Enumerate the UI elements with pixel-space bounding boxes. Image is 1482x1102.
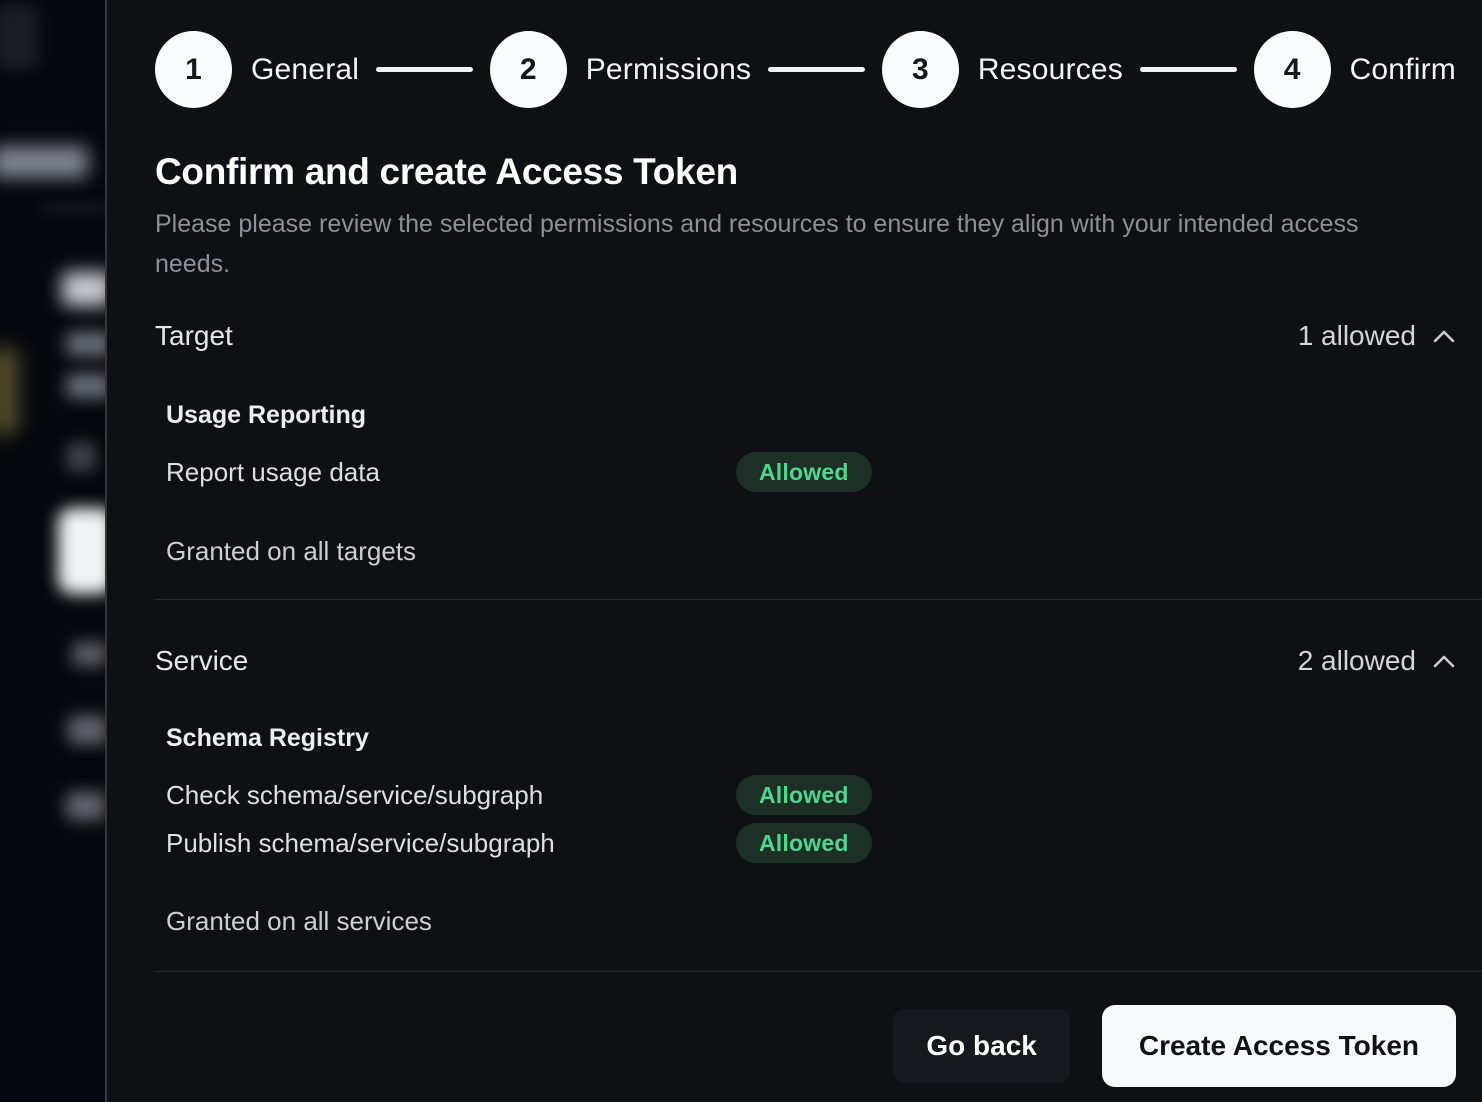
chevron-up-icon[interactable] <box>1432 653 1456 669</box>
backdrop-blur-shape <box>68 716 106 744</box>
section-divider <box>155 599 1482 600</box>
status-badge: Allowed <box>736 775 872 815</box>
section-title: Target <box>155 320 233 352</box>
step-connector-line <box>1140 67 1237 72</box>
section-allowed-count: 2 allowed <box>1298 645 1456 677</box>
chevron-up-icon[interactable] <box>1432 328 1456 344</box>
permission-label: Report usage data <box>166 457 736 488</box>
backdrop-blur-shape <box>66 332 106 356</box>
backdrop-blur-shape <box>58 508 106 594</box>
section-header-service[interactable]: Service 2 allowed <box>155 643 1456 679</box>
permission-group-name: Usage Reporting <box>166 400 1456 430</box>
permission-row: Check schema/service/subgraph Allowed <box>166 775 1456 815</box>
page-title: Confirm and create Access Token <box>155 152 1456 192</box>
step-number-circle: 2 <box>490 31 567 108</box>
step-connector-line <box>768 67 865 72</box>
access-token-wizard-panel: 1 General 2 Permissions 3 Resources 4 Co… <box>105 0 1482 1102</box>
permission-row: Report usage data Allowed <box>166 452 1456 492</box>
granted-note: Granted on all services <box>166 906 1456 936</box>
step-resources[interactable]: 3 Resources <box>882 31 1123 108</box>
go-back-button[interactable]: Go back <box>893 1009 1069 1083</box>
backdrop-blur-shape <box>0 348 18 434</box>
step-number-circle: 4 <box>1254 31 1331 108</box>
section-header-target[interactable]: Target 1 allowed <box>155 318 1456 354</box>
status-badge: Allowed <box>736 823 872 863</box>
step-label: Permissions <box>586 53 752 87</box>
backdrop-blur-shape <box>66 374 106 398</box>
permission-label: Publish schema/service/subgraph <box>166 828 736 859</box>
page-description: Please please review the selected permis… <box>155 204 1395 284</box>
backdrop-blur-shape <box>66 442 96 472</box>
backdrop-blur-shape <box>66 792 106 820</box>
section-allowed-count: 1 allowed <box>1298 320 1456 352</box>
granted-note: Granted on all targets <box>166 536 1456 566</box>
step-label: Confirm <box>1350 53 1456 87</box>
permission-label: Check schema/service/subgraph <box>166 780 736 811</box>
step-number-circle: 1 <box>155 31 232 108</box>
permission-row: Publish schema/service/subgraph Allowed <box>166 823 1456 863</box>
allowed-count-text: 1 allowed <box>1298 320 1416 352</box>
step-permissions[interactable]: 2 Permissions <box>490 31 752 108</box>
allowed-count-text: 2 allowed <box>1298 645 1416 677</box>
step-label: General <box>251 53 359 87</box>
backdrop-blur-shape <box>0 146 88 178</box>
backdrop-blur-shape <box>0 4 40 70</box>
backdrop-blur-shape <box>40 205 106 211</box>
step-connector-line <box>376 67 473 72</box>
step-number-circle: 3 <box>882 31 959 108</box>
step-confirm[interactable]: 4 Confirm <box>1254 31 1456 108</box>
status-badge: Allowed <box>736 452 872 492</box>
backdrop-blur-shape <box>72 642 106 666</box>
step-general[interactable]: 1 General <box>155 31 359 108</box>
wizard-footer: Go back Create Access Token <box>155 1005 1456 1087</box>
section-title: Service <box>155 645 248 677</box>
background-app-blurred <box>0 0 106 1102</box>
step-label: Resources <box>978 53 1123 87</box>
backdrop-blur-shape <box>62 272 106 306</box>
create-access-token-button[interactable]: Create Access Token <box>1102 1005 1456 1087</box>
permission-group-name: Schema Registry <box>166 723 1456 753</box>
wizard-stepper: 1 General 2 Permissions 3 Resources 4 Co… <box>155 31 1456 108</box>
footer-divider <box>155 971 1482 972</box>
